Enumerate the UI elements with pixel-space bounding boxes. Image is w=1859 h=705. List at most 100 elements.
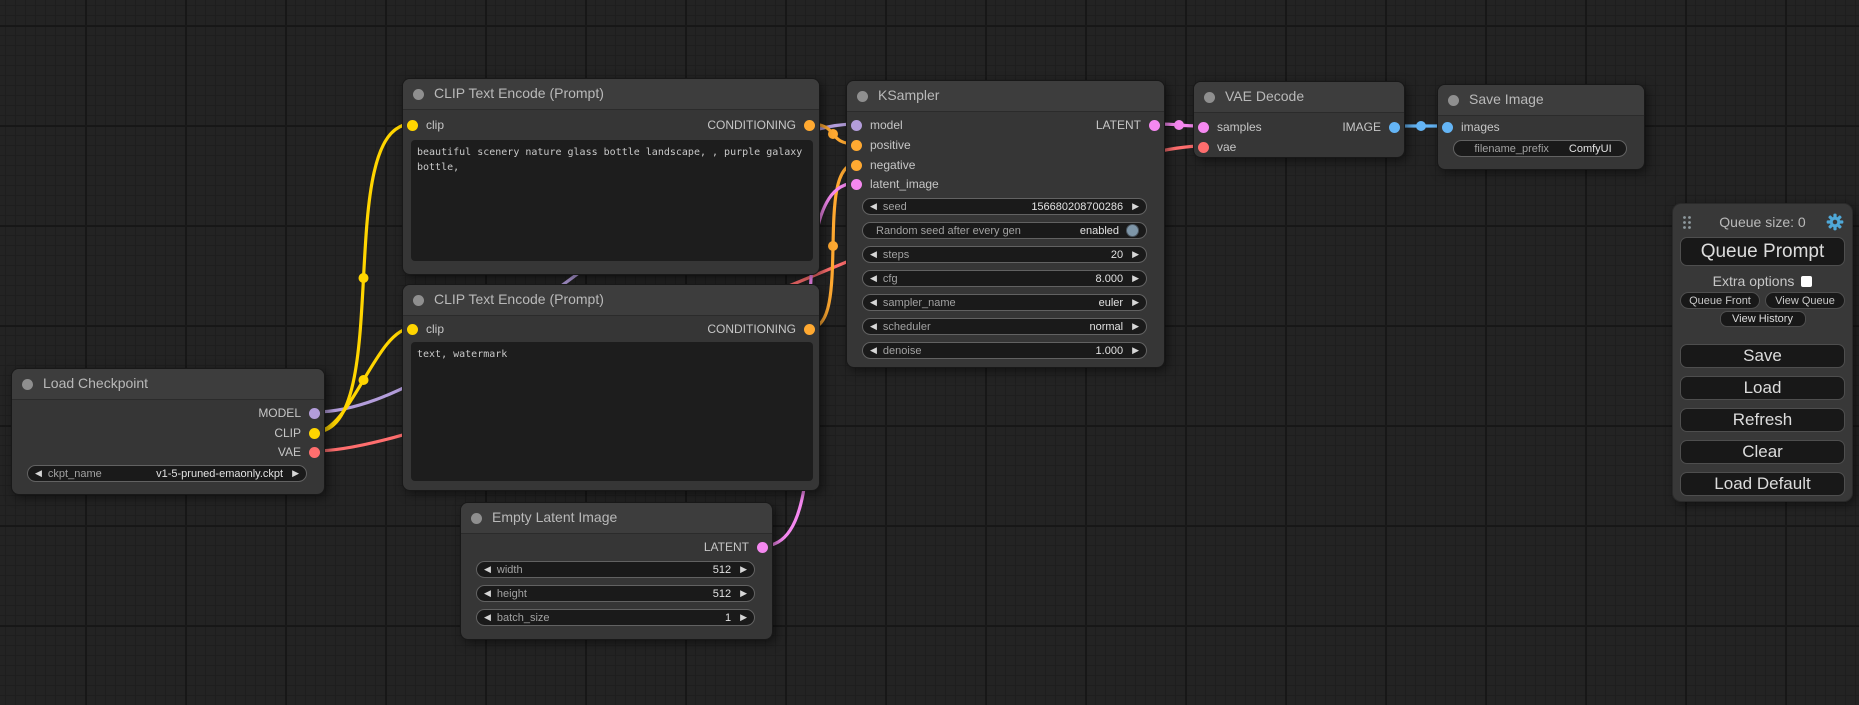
clear-button[interactable]: Clear bbox=[1680, 440, 1845, 464]
output-dot-clip[interactable] bbox=[309, 428, 320, 439]
widget-filename-prefix[interactable]: filename_prefixComfyUI bbox=[1453, 140, 1627, 157]
view-queue-button[interactable]: View Queue bbox=[1765, 292, 1845, 309]
node-load-checkpoint[interactable]: Load CheckpointMODELCLIPVAE◀ckpt_namev1-… bbox=[11, 368, 325, 495]
widget-value: 512 bbox=[713, 588, 731, 600]
input-dot-clip[interactable] bbox=[407, 120, 418, 131]
toggle-indicator[interactable] bbox=[1126, 224, 1139, 237]
slot-label: clip bbox=[426, 322, 444, 336]
widget-value: 1.000 bbox=[1096, 345, 1124, 357]
widget-label: height bbox=[497, 588, 527, 600]
collapse-dot-icon[interactable] bbox=[471, 513, 482, 524]
node-vae-decode[interactable]: VAE DecodesamplesvaeIMAGE bbox=[1193, 81, 1405, 158]
output-dot-model[interactable] bbox=[309, 408, 320, 419]
widget-value: 1 bbox=[725, 612, 731, 624]
queue-prompt-button[interactable]: Queue Prompt bbox=[1680, 237, 1845, 266]
output-slot-conditioning: CONDITIONING bbox=[707, 321, 815, 337]
input-dot-negative[interactable] bbox=[851, 160, 862, 171]
prompt-textarea[interactable]: beautiful scenery nature glass bottle la… bbox=[411, 140, 813, 261]
widget-height[interactable]: ◀ height 512 ▶ bbox=[476, 585, 755, 602]
input-dot-images[interactable] bbox=[1442, 122, 1453, 133]
node-ksampler[interactable]: KSamplermodelpositivenegativelatent_imag… bbox=[846, 80, 1165, 368]
save-button[interactable]: Save bbox=[1680, 344, 1845, 368]
slot-label: images bbox=[1461, 120, 1500, 134]
wire-midpoint-dot bbox=[359, 273, 369, 283]
load-default-button[interactable]: Load Default bbox=[1680, 472, 1845, 496]
output-dot-latent[interactable] bbox=[1149, 120, 1160, 131]
decrement-arrow-icon[interactable]: ◀ bbox=[870, 199, 877, 214]
extra-options-checkbox[interactable] bbox=[1801, 276, 1812, 287]
output-dot-conditioning[interactable] bbox=[804, 120, 815, 131]
node-clip-negative[interactable]: CLIP Text Encode (Prompt)clipCONDITIONIN… bbox=[402, 284, 820, 491]
widget-width[interactable]: ◀width512▶ bbox=[476, 561, 755, 578]
widget-ckpt-name[interactable]: ◀ckpt_namev1-5-pruned-emaonly.ckpt▶ bbox=[27, 465, 307, 482]
node-graph-canvas[interactable]: CLIP Text Encode (Prompt)clipCONDITIONIN… bbox=[0, 0, 1859, 705]
node-empty-latent[interactable]: Empty Latent ImageLATENT◀width512▶◀heigh… bbox=[460, 502, 773, 640]
input-dot-model[interactable] bbox=[851, 120, 862, 131]
refresh-button[interactable]: Refresh bbox=[1680, 408, 1845, 432]
view-history-button[interactable]: View History bbox=[1720, 311, 1806, 327]
decrement-arrow-icon[interactable]: ◀ bbox=[870, 247, 877, 262]
decrement-arrow-icon[interactable]: ◀ bbox=[484, 562, 491, 577]
collapse-dot-icon[interactable] bbox=[413, 295, 424, 306]
slot-label: CONDITIONING bbox=[707, 118, 796, 132]
widget-sampler-name[interactable]: ◀sampler_nameeuler▶ bbox=[862, 294, 1147, 311]
widget-random-seed-after-every-gen[interactable]: Random seed after every genenabled bbox=[862, 222, 1147, 239]
increment-arrow-icon[interactable]: ▶ bbox=[1132, 343, 1139, 358]
widget-cfg[interactable]: ◀cfg8.000▶ bbox=[862, 270, 1147, 287]
queue-front-button[interactable]: Queue Front bbox=[1680, 292, 1760, 309]
output-dot-image[interactable] bbox=[1389, 122, 1400, 133]
slot-label: LATENT bbox=[704, 540, 749, 554]
node-save-image[interactable]: Save Image images filename_prefixComfyUI bbox=[1437, 84, 1645, 170]
decrement-arrow-icon[interactable]: ◀ bbox=[484, 610, 491, 625]
widget-denoise[interactable]: ◀ denoise 1.000 ▶ bbox=[862, 342, 1147, 359]
output-dot-conditioning[interactable] bbox=[804, 324, 815, 335]
increment-arrow-icon[interactable]: ▶ bbox=[1132, 199, 1139, 214]
decrement-arrow-icon[interactable]: ◀ bbox=[870, 319, 877, 334]
increment-arrow-icon[interactable]: ▶ bbox=[740, 610, 747, 625]
increment-arrow-icon[interactable]: ▶ bbox=[740, 586, 747, 601]
increment-arrow-icon[interactable]: ▶ bbox=[1132, 295, 1139, 310]
slot-label: LATENT bbox=[1096, 118, 1141, 132]
input-dot-positive[interactable] bbox=[851, 140, 862, 151]
increment-arrow-icon[interactable]: ▶ bbox=[1132, 271, 1139, 286]
output-dot-vae[interactable] bbox=[309, 447, 320, 458]
collapse-dot-icon[interactable] bbox=[1204, 92, 1215, 103]
node-title-bar: Save Image bbox=[1438, 85, 1644, 116]
slot-label: IMAGE bbox=[1342, 120, 1381, 134]
increment-arrow-icon[interactable]: ▶ bbox=[1132, 247, 1139, 262]
decrement-arrow-icon[interactable]: ◀ bbox=[35, 466, 42, 481]
settings-gear-icon[interactable] bbox=[1826, 213, 1844, 231]
widget-value: v1-5-pruned-emaonly.ckpt bbox=[156, 468, 283, 480]
slot-label: vae bbox=[1217, 140, 1236, 154]
collapse-dot-icon[interactable] bbox=[413, 89, 424, 100]
wire-clip-to-clip bbox=[315, 124, 412, 432]
input-dot-clip[interactable] bbox=[407, 324, 418, 335]
decrement-arrow-icon[interactable]: ◀ bbox=[484, 586, 491, 601]
widget-seed[interactable]: ◀seed156680208700286▶ bbox=[862, 198, 1147, 215]
slot-label: negative bbox=[870, 158, 915, 172]
decrement-arrow-icon[interactable]: ◀ bbox=[870, 343, 877, 358]
prompt-textarea[interactable]: text, watermark bbox=[411, 342, 813, 481]
output-dot-latent[interactable] bbox=[757, 542, 768, 553]
widget-batch-size[interactable]: ◀batch_size1▶ bbox=[476, 609, 755, 626]
node-clip-positive[interactable]: CLIP Text Encode (Prompt)clipCONDITIONIN… bbox=[402, 78, 820, 275]
collapse-dot-icon[interactable] bbox=[1448, 95, 1459, 106]
decrement-arrow-icon[interactable]: ◀ bbox=[870, 295, 877, 310]
load-button[interactable]: Load bbox=[1680, 376, 1845, 400]
increment-arrow-icon[interactable]: ▶ bbox=[740, 562, 747, 577]
decrement-arrow-icon[interactable]: ◀ bbox=[870, 271, 877, 286]
input-dot-vae[interactable] bbox=[1198, 142, 1209, 153]
widget-value: ComfyUI bbox=[1569, 143, 1612, 155]
widget-label: denoise bbox=[883, 345, 922, 357]
input-dot-samples[interactable] bbox=[1198, 122, 1209, 133]
increment-arrow-icon[interactable]: ▶ bbox=[1132, 319, 1139, 334]
collapse-dot-icon[interactable] bbox=[22, 379, 33, 390]
extra-options-row: Extra options bbox=[1673, 273, 1852, 289]
widget-label: sampler_name bbox=[883, 297, 956, 309]
slot-label: positive bbox=[870, 138, 911, 152]
input-dot-latent_image[interactable] bbox=[851, 179, 862, 190]
collapse-dot-icon[interactable] bbox=[857, 91, 868, 102]
widget-steps[interactable]: ◀steps20▶ bbox=[862, 246, 1147, 263]
widget-scheduler[interactable]: ◀schedulernormal▶ bbox=[862, 318, 1147, 335]
increment-arrow-icon[interactable]: ▶ bbox=[292, 466, 299, 481]
